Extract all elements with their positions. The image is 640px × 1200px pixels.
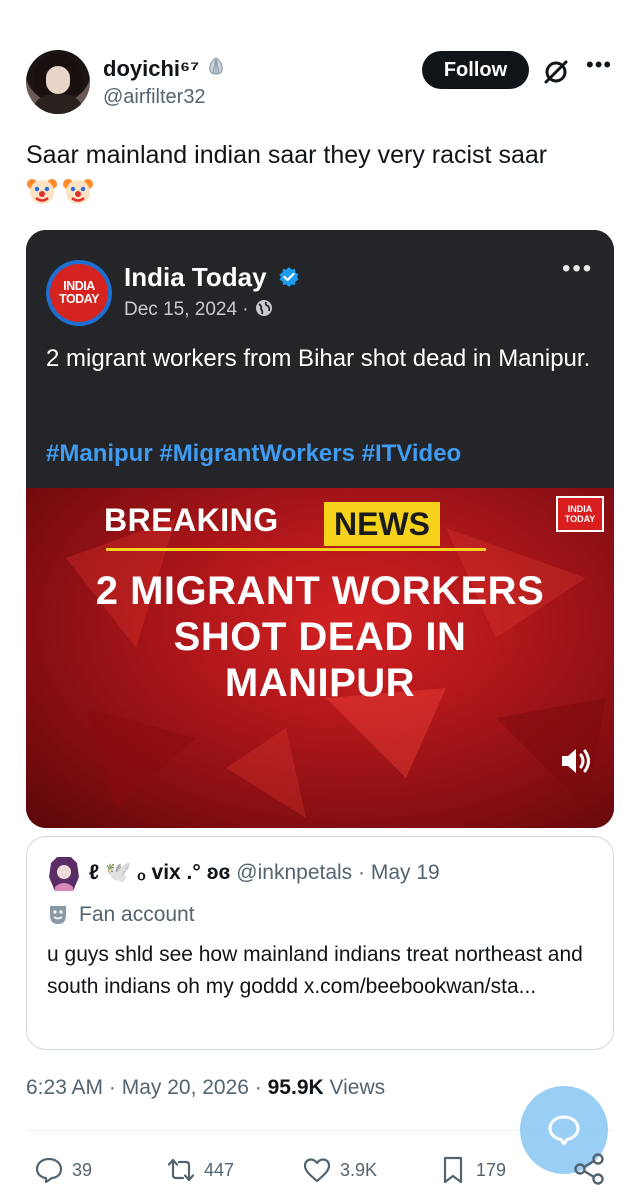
quoted-author-row[interactable]: ℓ 🕊️ ₒ vix .° ʚɞ @inknpetals · May 19: [89, 861, 440, 885]
corner-logo-india: INDIA: [567, 504, 593, 514]
author-handle[interactable]: @airfilter32: [103, 86, 206, 109]
logo-text-today: TODAY: [59, 292, 99, 306]
more-icon[interactable]: •••: [586, 54, 612, 82]
embedded-source-name-row[interactable]: India Today: [124, 262, 300, 293]
like-button[interactable]: 3.9K: [302, 1150, 377, 1190]
tweet-text: Saar mainland indian saar they very raci…: [26, 141, 548, 169]
news-label: NEWS: [324, 502, 440, 546]
embedded-post-card[interactable]: INDIA TODAY India Today Dec 15, 2024 · •…: [26, 230, 614, 828]
video-player[interactable]: BREAKING NEWS INDIA TODAY 2 MIGRANT WORK…: [26, 488, 614, 828]
embedded-more-icon[interactable]: •••: [562, 257, 598, 281]
reply-button[interactable]: 39: [34, 1150, 92, 1190]
fan-account-label: Fan account: [47, 903, 195, 927]
author-name-row[interactable]: doyichi⁶⁷: [103, 56, 225, 82]
quoted-post[interactable]: ℓ 🕊️ ₒ vix .° ʚɞ @inknpetals · May 19 Fa…: [26, 836, 614, 1050]
embedded-post-date-row: Dec 15, 2024 ·: [124, 298, 274, 321]
avatar-shirt: [32, 94, 84, 114]
india-today-logo[interactable]: INDIA TODAY: [46, 260, 112, 326]
reply-icon: [35, 1157, 63, 1184]
share-icon[interactable]: [572, 1152, 606, 1186]
reply-count: 39: [72, 1159, 93, 1180]
post-time[interactable]: 6:23 AM · May 20, 2026 ·: [26, 1076, 268, 1099]
repost-button[interactable]: 447: [166, 1150, 234, 1190]
views-count: 95.9K: [267, 1076, 324, 1099]
embedded-source-name[interactable]: India Today: [124, 262, 267, 292]
breaking-label: BREAKING: [104, 502, 279, 538]
avatar[interactable]: [26, 50, 90, 114]
bookmark-count: 179: [476, 1159, 507, 1180]
author-display-name[interactable]: doyichi⁶⁷: [103, 56, 199, 81]
quoted-author-handle[interactable]: @inknpetals: [236, 861, 352, 884]
quoted-avatar[interactable]: [47, 857, 81, 891]
avatar-face: [46, 66, 70, 94]
tweet-header: doyichi⁶⁷ @airfilter32 Follow •••: [26, 50, 616, 114]
quoted-post-date: · May 19: [358, 861, 440, 884]
heart-icon: [303, 1158, 331, 1183]
clown-face-icon: [63, 179, 93, 204]
chat-bubble-icon: [548, 1115, 580, 1146]
globe-icon: [255, 300, 272, 316]
video-corner-logo: INDIA TODAY: [556, 496, 604, 532]
fan-account-text: Fan account: [79, 903, 195, 926]
volume-icon[interactable]: [558, 743, 594, 779]
follow-button[interactable]: Follow: [422, 51, 529, 89]
embedded-post-date: Dec 15, 2024 ·: [124, 299, 249, 320]
clown-face-icon: [27, 179, 57, 204]
views-label: Views: [323, 1076, 386, 1099]
headline-line-2: SHOT DEAD IN: [173, 615, 467, 659]
bookmark-button[interactable]: 179: [438, 1150, 506, 1190]
repost-icon: [167, 1158, 195, 1182]
embedded-post-header: INDIA TODAY India Today Dec 15, 2024 · •…: [26, 230, 614, 488]
like-count: 3.9K: [340, 1159, 378, 1180]
theater-mask-icon: [50, 906, 66, 924]
repost-count: 447: [204, 1159, 235, 1180]
shell-icon: [208, 57, 223, 75]
banner-underline: [106, 548, 486, 551]
video-headline: 2 MIGRANT WORKERS SHOT DEAD IN MANIPUR: [26, 568, 614, 706]
embedded-post-text: 2 migrant workers from Bihar shot dead i…: [46, 345, 591, 372]
action-bar: 39 447 3.9K 179: [26, 1150, 616, 1190]
post-timestamp: 6:23 AM · May 20, 2026 · 95.9K Views: [26, 1076, 385, 1100]
quoted-author-name[interactable]: ℓ 🕊️ ₒ vix .° ʚɞ: [89, 861, 230, 884]
quoted-post-text: u guys shld see how mainland indians tre…: [47, 943, 583, 998]
headline-line-3: MANIPUR: [224, 661, 416, 705]
grok-icon[interactable]: [542, 58, 570, 86]
bookmark-icon: [443, 1156, 463, 1184]
corner-logo-today: TODAY: [564, 514, 596, 524]
headline-line-1: 2 MIGRANT WORKERS: [95, 569, 545, 613]
emoji-row: [26, 175, 98, 207]
embedded-post-hashtags[interactable]: #Manipur #MigrantWorkers #ITVideo: [46, 440, 461, 468]
verified-badge-icon: [279, 267, 299, 287]
